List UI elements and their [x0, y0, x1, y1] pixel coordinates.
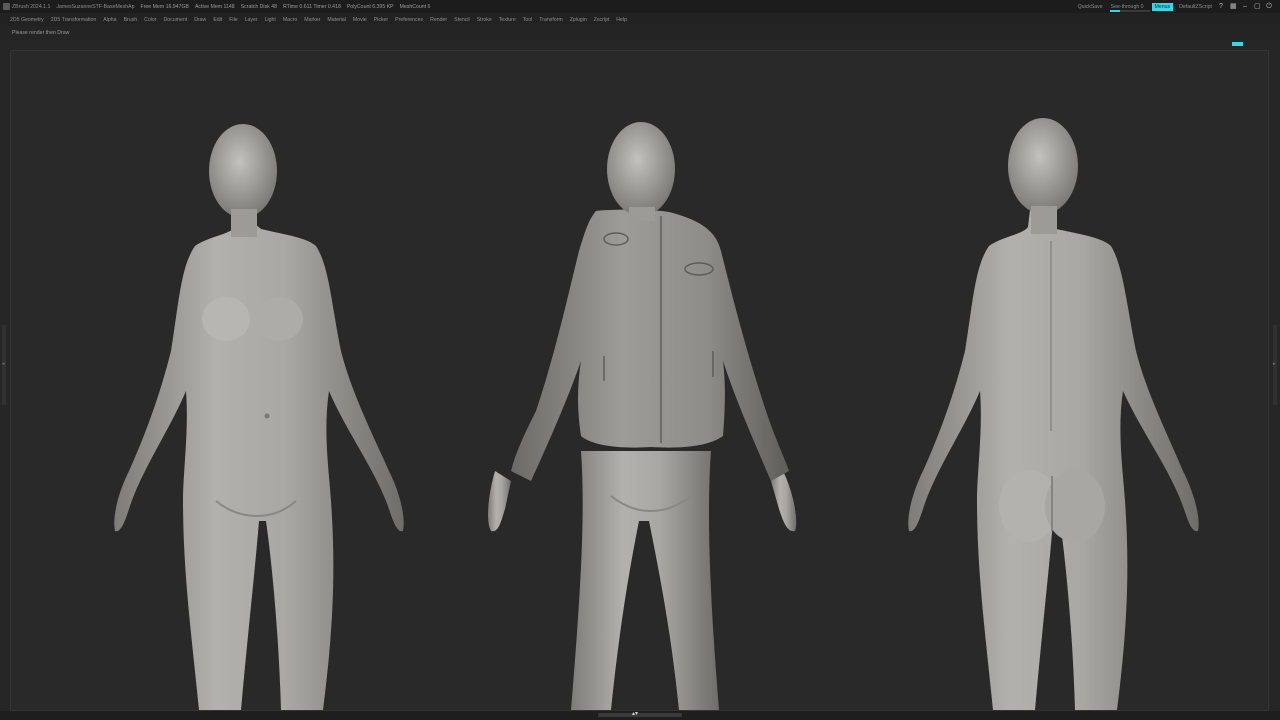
layout-icon[interactable]: ▦ [1230, 3, 1237, 10]
active-mem: Active Mem 1148 [194, 3, 235, 10]
left-arrow-icon: ◂ [2, 361, 5, 367]
project-name: JamesSuzanneSTF-BaseMeshAp [56, 3, 135, 10]
active-indicator [1232, 42, 1243, 46]
menu-item-render[interactable]: Render [430, 17, 447, 23]
see-through-fill [1109, 9, 1120, 12]
menu-item-alpha[interactable]: Alpha [103, 17, 116, 23]
menu-item-brush[interactable]: Brush [124, 17, 138, 23]
mesh-count: MeshCount 6 [399, 3, 431, 10]
poly-count: PolyCount 6.395 KP [346, 3, 394, 10]
quicksave-button[interactable]: QuickSave [1078, 4, 1103, 10]
menu-item-layer[interactable]: Layer [245, 17, 258, 23]
bottom-tray-handle[interactable]: ▴▾ [598, 711, 682, 717]
menu-item-transform[interactable]: Transform [539, 17, 562, 23]
menu-item-file[interactable]: File [229, 17, 237, 23]
menu-item-color[interactable]: Color [144, 17, 156, 23]
title-bar: ZBrush 2024.1.1 JamesSuzanneSTF-BaseMesh… [0, 0, 1280, 13]
menu-item-light[interactable]: Light [265, 17, 276, 23]
menu-item-texture[interactable]: Texture [499, 17, 516, 23]
help-icon[interactable]: ? [1218, 3, 1224, 10]
window-icon[interactable]: ▢ [1254, 3, 1261, 10]
menu-item-macro[interactable]: Macro [283, 17, 297, 23]
zbrush-logo-icon [3, 3, 10, 10]
default-zscript-button[interactable]: DefaultZScript [1179, 4, 1212, 10]
see-through-track [1109, 9, 1150, 12]
right-tray-handle[interactable]: ▸ [1273, 325, 1277, 405]
figure-jacket [488, 122, 797, 710]
menu-item-help[interactable]: Help [616, 17, 627, 23]
timer-readout: RTime 0.611 Timer 0.418 [282, 3, 341, 10]
free-mem: Free Mem 16.947GB [140, 3, 189, 10]
scratch-disk: Scratch Disk 48 [240, 3, 277, 10]
menu-item-document[interactable]: Document [164, 17, 188, 23]
power-icon[interactable]: ⏻ [1266, 3, 1272, 10]
menu-item-edit[interactable]: Edit [213, 17, 222, 23]
menu-item-material[interactable]: Material [327, 17, 345, 23]
menu-item-stencil[interactable]: Stencil [454, 17, 470, 23]
menu-item-zscript[interactable]: Zscript [594, 17, 610, 23]
right-arrow-icon: ▸ [1273, 361, 1276, 367]
sculpt-canvas [114, 118, 1199, 710]
menu-item-marker[interactable]: Marker [304, 17, 320, 23]
menu-item-movie[interactable]: Movie [353, 17, 367, 23]
up-down-arrow-icon: ▴▾ [632, 711, 639, 717]
note-text: Please render then Draw [12, 30, 70, 36]
see-through-slider[interactable]: See-through 0 [1109, 4, 1150, 12]
figure-back [908, 118, 1199, 710]
figure-front [114, 124, 404, 710]
minimize-icon[interactable]: – [1242, 3, 1248, 10]
left-tray-handle[interactable]: ◂ [2, 325, 6, 405]
title-bar-controls: QuickSave See-through 0 Menus DefaultZSc… [1077, 0, 1280, 13]
note-bar: Please render then Draw [0, 26, 1280, 40]
menu-item-zplugin[interactable]: Zplugin [570, 17, 587, 23]
canvas-viewport[interactable] [10, 50, 1269, 711]
menus-button[interactable]: Menus [1151, 2, 1174, 11]
menu-bar: 2D5 Geometry 2D5 Transformation Alpha Brush… [0, 13, 1280, 26]
menu-item-preferences[interactable]: Preferences [395, 17, 423, 23]
menu-item-picker[interactable]: Picker [374, 17, 388, 23]
menu-item-2d5-geometry[interactable]: 2D5 Geometry [10, 17, 44, 23]
app-version: ZBrush 2024.1.1 [12, 3, 51, 10]
menu-item-2d5-transformation[interactable]: 2D5 Transformation [51, 17, 97, 23]
menu-item-stroke[interactable]: Stroke [477, 17, 492, 23]
menu-item-draw[interactable]: Draw [194, 17, 206, 23]
menu-item-tool[interactable]: Tool [523, 17, 533, 23]
